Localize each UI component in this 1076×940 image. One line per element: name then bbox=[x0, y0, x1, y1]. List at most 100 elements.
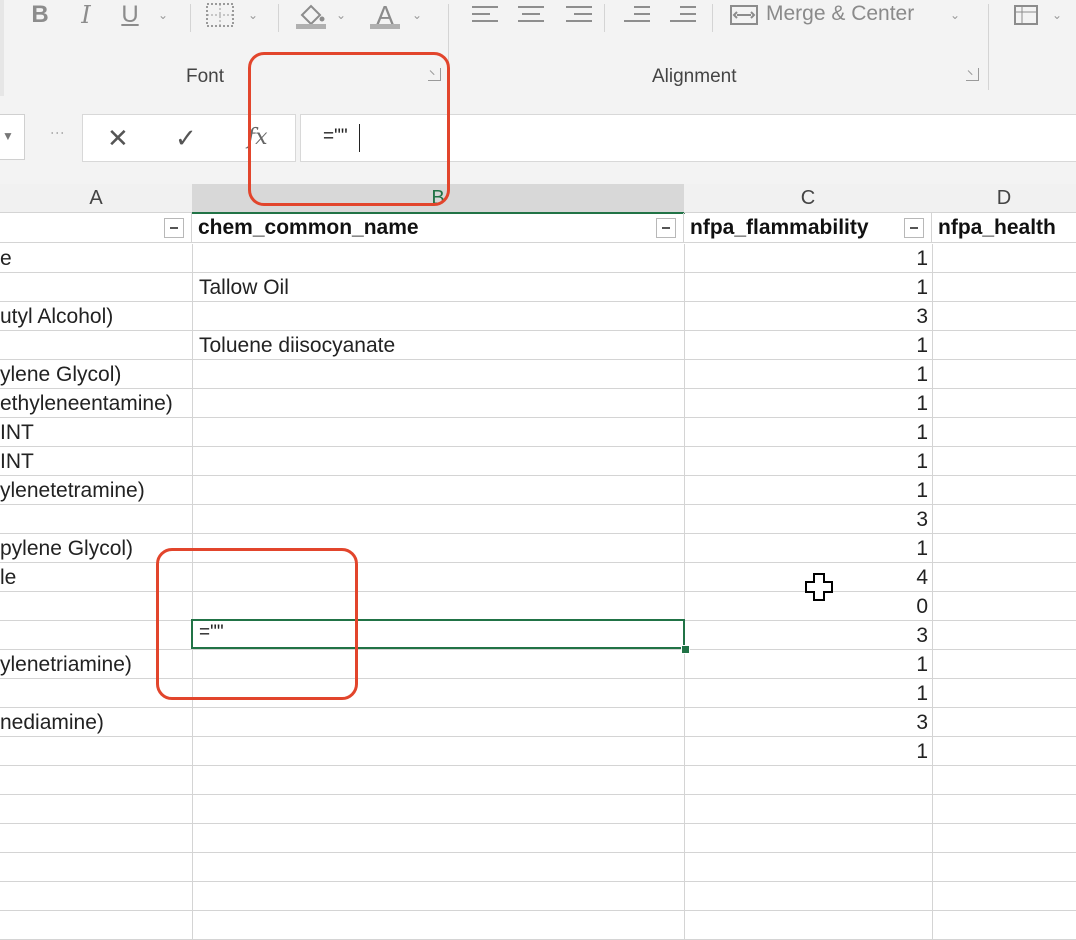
cell-c[interactable]: 1 bbox=[684, 244, 932, 272]
cell-d[interactable] bbox=[932, 650, 1076, 678]
fill-color-dropdown-icon[interactable]: ⌄ bbox=[336, 8, 346, 22]
column-header-d[interactable]: D bbox=[932, 184, 1076, 213]
cell-d[interactable] bbox=[932, 824, 1076, 852]
cell-c[interactable]: 1 bbox=[684, 273, 932, 301]
formula-bar-grip-icon[interactable]: ⋮ bbox=[50, 126, 66, 140]
cell-b[interactable]: Tallow Oil bbox=[192, 273, 684, 301]
cell-a[interactable]: ylenetetramine) bbox=[0, 476, 192, 504]
cell-b[interactable] bbox=[192, 302, 684, 330]
cell-c[interactable]: 1 bbox=[684, 389, 932, 417]
column-header-a[interactable]: A bbox=[0, 184, 193, 213]
cell-d[interactable] bbox=[932, 389, 1076, 417]
cancel-icon[interactable]: ✕ bbox=[107, 123, 129, 154]
cell-c[interactable]: 1 bbox=[684, 418, 932, 446]
cell-b[interactable] bbox=[192, 244, 684, 272]
cell-d[interactable] bbox=[932, 302, 1076, 330]
cell-a[interactable]: ylene Glycol) bbox=[0, 360, 192, 388]
increase-indent-icon[interactable] bbox=[670, 4, 696, 26]
alignment-dialog-launcher-icon[interactable] bbox=[966, 68, 979, 81]
cell-a[interactable] bbox=[0, 882, 192, 910]
cell-d[interactable] bbox=[932, 708, 1076, 736]
cell-d[interactable] bbox=[932, 795, 1076, 823]
enter-icon[interactable]: ✓ bbox=[175, 123, 197, 154]
decrease-indent-icon[interactable] bbox=[624, 4, 650, 26]
cell-a[interactable]: e bbox=[0, 244, 192, 272]
cell-a[interactable]: ethyleneentamine) bbox=[0, 389, 192, 417]
cell-b[interactable] bbox=[192, 505, 684, 533]
name-box-dropdown-icon[interactable]: ▼ bbox=[2, 129, 14, 143]
cell-d[interactable] bbox=[932, 882, 1076, 910]
cell-c[interactable]: 3 bbox=[684, 621, 932, 649]
column-header-c[interactable]: C bbox=[684, 184, 933, 213]
cell-a[interactable]: nediamine) bbox=[0, 708, 192, 736]
cell-c[interactable] bbox=[684, 853, 932, 881]
conditional-format-dropdown-icon[interactable]: ⌄ bbox=[1052, 8, 1062, 22]
align-left-icon[interactable] bbox=[472, 4, 498, 26]
cell-a[interactable] bbox=[0, 737, 192, 765]
conditional-format-icon[interactable] bbox=[1010, 0, 1044, 30]
merge-center-icon[interactable] bbox=[728, 0, 760, 30]
fill-handle[interactable] bbox=[681, 645, 690, 654]
cell-d[interactable] bbox=[932, 853, 1076, 881]
cell-a[interactable] bbox=[0, 795, 192, 823]
filter-dropdown-icon[interactable] bbox=[164, 218, 184, 238]
cell-c[interactable]: 1 bbox=[684, 650, 932, 678]
borders-dropdown-icon[interactable]: ⌄ bbox=[248, 8, 258, 22]
cell-c[interactable]: 1 bbox=[684, 447, 932, 475]
cell-c[interactable] bbox=[684, 795, 932, 823]
cell-d[interactable] bbox=[932, 331, 1076, 359]
cell-d[interactable] bbox=[932, 592, 1076, 620]
cell-d[interactable] bbox=[932, 563, 1076, 591]
cell-b[interactable] bbox=[192, 737, 684, 765]
cell-c[interactable]: 1 bbox=[684, 331, 932, 359]
cell-d[interactable] bbox=[932, 679, 1076, 707]
cell-b[interactable] bbox=[192, 911, 684, 939]
cell-b[interactable] bbox=[192, 476, 684, 504]
cell-a[interactable] bbox=[0, 505, 192, 533]
cell-b[interactable]: Toluene diisocyanate bbox=[192, 331, 684, 359]
cell-d[interactable] bbox=[932, 244, 1076, 272]
align-right-icon[interactable] bbox=[566, 4, 592, 26]
cell-d[interactable] bbox=[932, 418, 1076, 446]
cell-c[interactable]: 3 bbox=[684, 708, 932, 736]
cell-a[interactable]: INT bbox=[0, 447, 192, 475]
cell-d[interactable] bbox=[932, 505, 1076, 533]
cell-c[interactable] bbox=[684, 911, 932, 939]
cell-b[interactable] bbox=[192, 360, 684, 388]
cell-d[interactable] bbox=[932, 911, 1076, 939]
cell-b[interactable] bbox=[192, 795, 684, 823]
name-box[interactable]: ▼ bbox=[0, 114, 25, 160]
underline-icon[interactable]: U bbox=[116, 0, 144, 30]
cell-c[interactable]: 1 bbox=[684, 360, 932, 388]
cell-b[interactable] bbox=[192, 853, 684, 881]
cell-a[interactable] bbox=[0, 273, 192, 301]
cell-d[interactable] bbox=[932, 273, 1076, 301]
cell-d[interactable] bbox=[932, 737, 1076, 765]
cell-a[interactable] bbox=[0, 824, 192, 852]
cell-a[interactable]: INT bbox=[0, 418, 192, 446]
cell-b[interactable] bbox=[192, 824, 684, 852]
filter-dropdown-icon[interactable] bbox=[904, 218, 924, 238]
cell-b[interactable] bbox=[192, 766, 684, 794]
cell-b[interactable] bbox=[192, 882, 684, 910]
cell-c[interactable]: 3 bbox=[684, 505, 932, 533]
cell-c[interactable] bbox=[684, 766, 932, 794]
cell-c[interactable]: 1 bbox=[684, 534, 932, 562]
cell-d[interactable] bbox=[932, 360, 1076, 388]
cell-a[interactable]: utyl Alcohol) bbox=[0, 302, 192, 330]
cell-a[interactable] bbox=[0, 331, 192, 359]
merge-dropdown-icon[interactable]: ⌄ bbox=[950, 8, 960, 22]
cell-d[interactable] bbox=[932, 447, 1076, 475]
cell-a[interactable] bbox=[0, 766, 192, 794]
cell-b[interactable] bbox=[192, 708, 684, 736]
filter-dropdown-icon[interactable] bbox=[656, 218, 676, 238]
cell-c[interactable]: 3 bbox=[684, 302, 932, 330]
cell-a[interactable] bbox=[0, 911, 192, 939]
cell-c[interactable] bbox=[684, 882, 932, 910]
cell-a[interactable] bbox=[0, 853, 192, 881]
cell-b[interactable] bbox=[192, 418, 684, 446]
bold-icon[interactable]: B bbox=[26, 0, 54, 30]
cell-c[interactable]: 1 bbox=[684, 476, 932, 504]
cell-b[interactable] bbox=[192, 447, 684, 475]
merge-center-button[interactable]: Merge & Center bbox=[766, 2, 914, 26]
